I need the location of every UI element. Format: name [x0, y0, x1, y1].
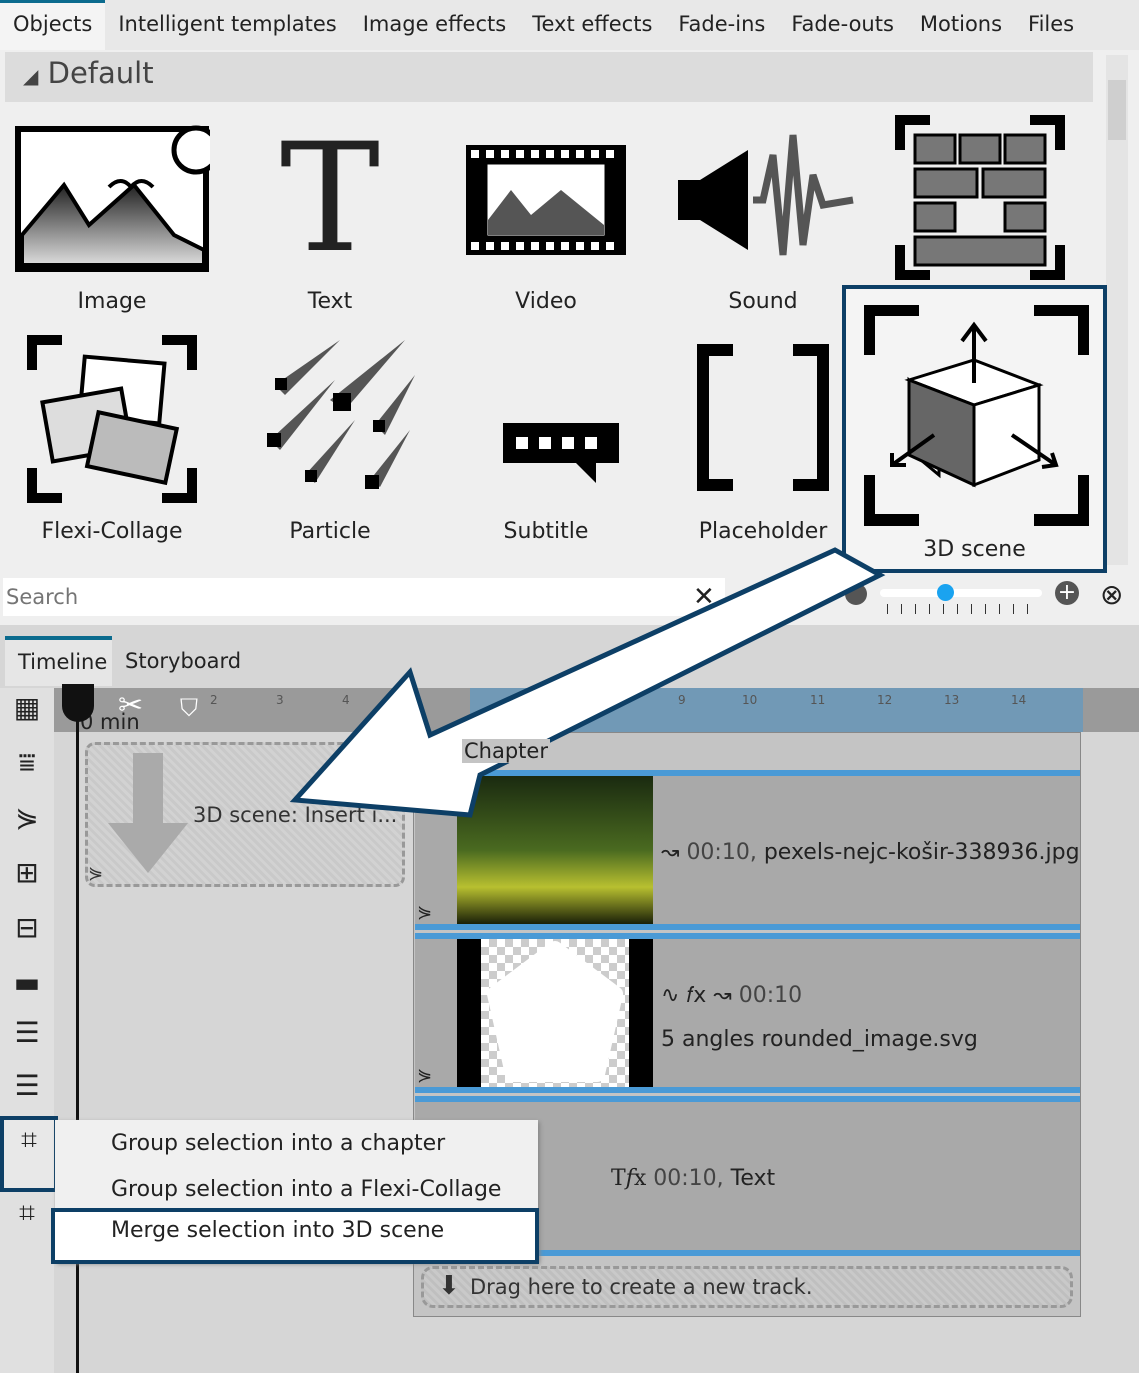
menu-merge-3d-scene[interactable]: Merge selection into 3D scene	[51, 1208, 539, 1264]
chapter-label: Chapter	[462, 739, 550, 763]
context-menu: Group selection into a chapter Group sel…	[51, 1120, 539, 1264]
menu-group-chapter[interactable]: Group selection into a chapter	[55, 1122, 538, 1168]
